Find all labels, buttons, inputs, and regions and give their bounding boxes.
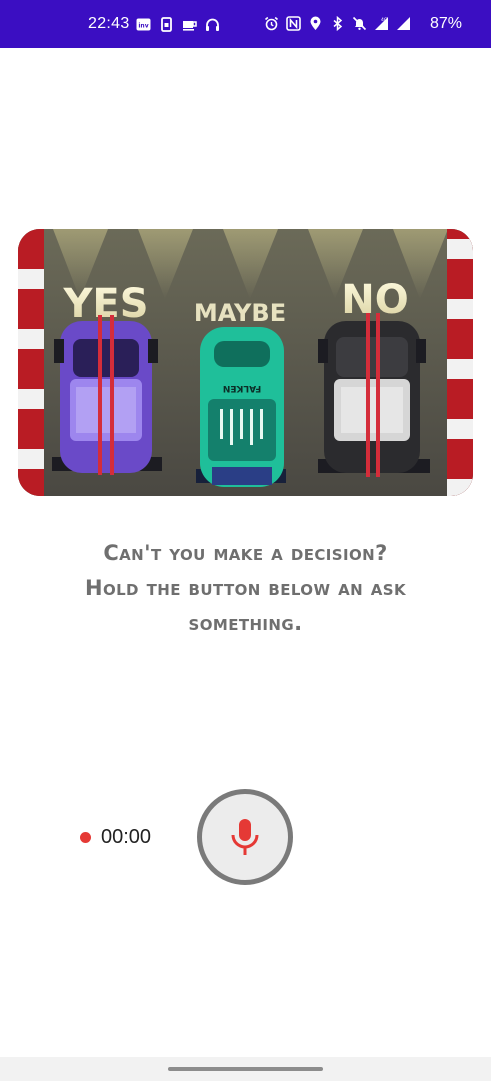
decision-banner-image: YES MAYBE NO FALKEN	[18, 229, 473, 496]
nfc-icon	[286, 16, 301, 31]
mute-icon	[352, 16, 367, 31]
recording-indicator-dot	[80, 832, 91, 843]
status-right-icons: 4G	[264, 16, 411, 31]
prompt-line-1: Can't you make a decision?	[103, 541, 388, 565]
status-bar: 22:43 inv 4G 87%	[0, 0, 491, 48]
location-icon	[308, 16, 323, 31]
prompt-line-3: something.	[188, 611, 303, 635]
signal-icon	[396, 16, 411, 31]
sim-icon	[159, 17, 174, 32]
yes-car	[52, 315, 162, 475]
falken-logo: FALKEN	[223, 383, 261, 393]
left-curb	[18, 229, 44, 496]
yes-label: YES	[62, 281, 148, 327]
coffee-icon	[182, 17, 197, 32]
maybe-label: MAYBE	[194, 299, 286, 327]
alarm-icon	[264, 16, 279, 31]
maybe-car: FALKEN	[196, 327, 286, 487]
battery-percent: 87%	[430, 15, 463, 32]
status-left-icons: inv	[136, 17, 220, 32]
home-gesture-handle[interactable]	[168, 1067, 323, 1071]
recording-timer: 00:00	[101, 826, 152, 848]
status-time: 22:43	[88, 15, 130, 32]
microphone-icon	[231, 819, 259, 855]
bluetooth-icon	[330, 16, 345, 31]
headphones-icon	[205, 17, 220, 32]
no-car	[318, 313, 430, 477]
right-curb	[447, 229, 473, 496]
no-label: NO	[341, 277, 408, 323]
navigation-bar	[0, 1057, 491, 1081]
prompt-line-2: Hold the button below an ask	[84, 576, 407, 600]
inv-app-icon: inv	[136, 17, 151, 32]
decision-prompt: Can't you make a decision? Hold the butt…	[30, 536, 461, 641]
wifi-icon: 4G	[374, 16, 389, 31]
svg-text:inv: inv	[138, 23, 148, 30]
network-label: 4G	[381, 17, 388, 23]
hold-to-record-button[interactable]	[197, 789, 293, 885]
race-cars-illustration: YES MAYBE NO FALKEN	[18, 229, 473, 496]
